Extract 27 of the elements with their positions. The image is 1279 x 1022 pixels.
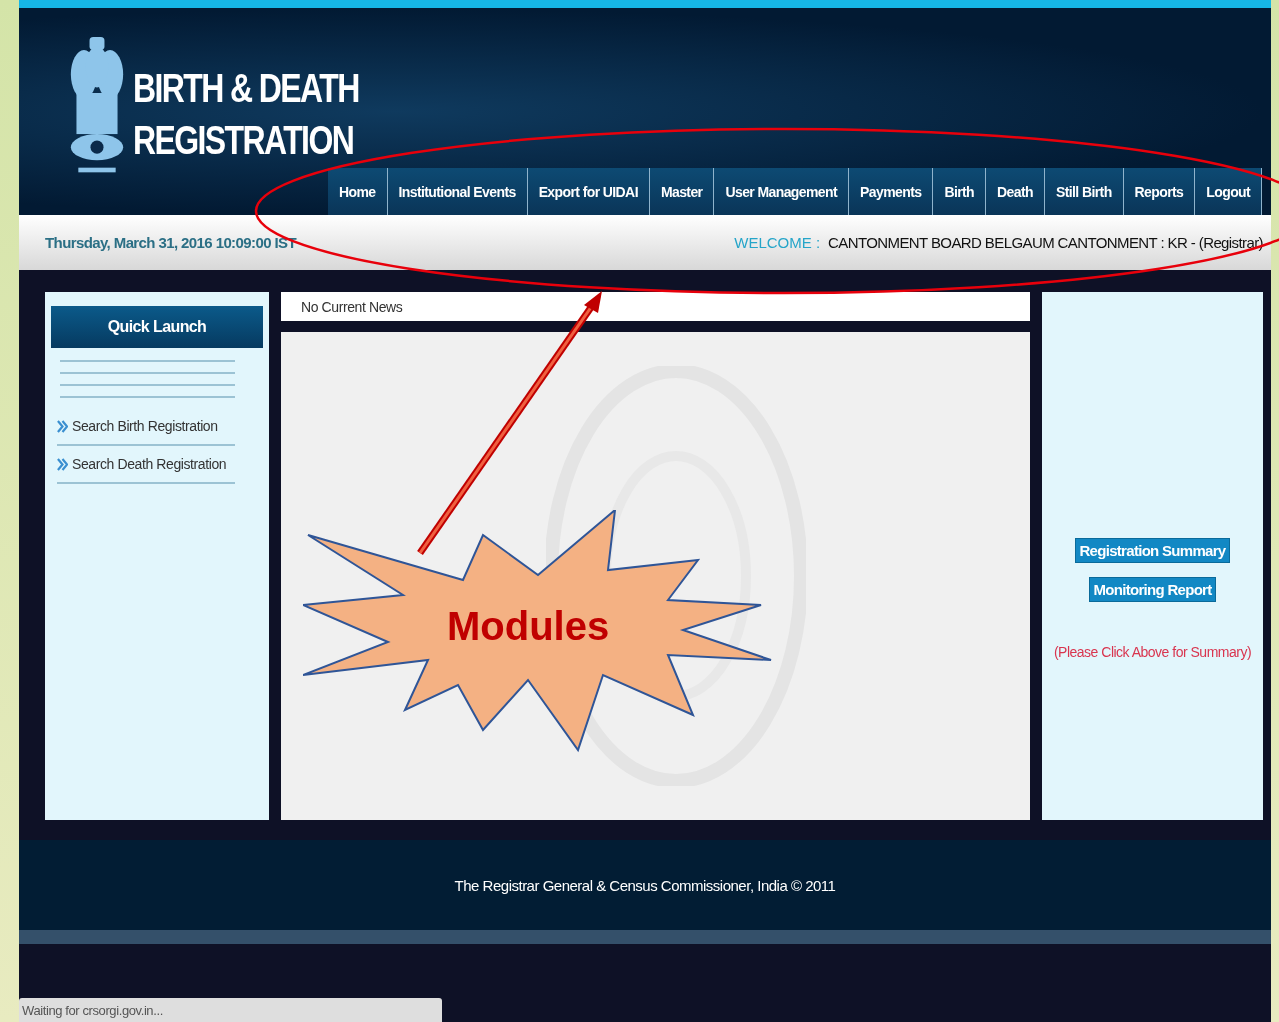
welcome-label: WELCOME :	[734, 234, 821, 251]
quick-launch-link[interactable]: Search Death Registration	[57, 446, 235, 484]
copyright-text: The Registrar General & Census Commissioner, India © 2011	[454, 876, 836, 894]
hint-text: (Please Click Above for Summary)	[1053, 643, 1252, 660]
site-title: REGISTRATION	[133, 117, 355, 164]
user-name: CANTONMENT BOARD BELGAUM CANTONMENT : KR - (Registrar)	[828, 234, 1263, 251]
nav-link[interactable]: Logout	[1195, 168, 1263, 215]
nav-link[interactable]: Institutional Events	[387, 168, 528, 215]
nav-link[interactable]: Home	[328, 168, 388, 215]
summary-button[interactable]: Registration Summary	[1075, 537, 1230, 563]
panel-heading: Quick Launch	[51, 306, 263, 348]
summary-button[interactable]: Monitoring Report	[1089, 576, 1216, 602]
chevron-icon	[57, 418, 68, 434]
nav-link[interactable]: Payments	[849, 168, 934, 215]
nav-link[interactable]: User Management	[714, 168, 850, 215]
news-ticker: No Current News	[281, 292, 1030, 321]
nav-link[interactable]: Still Birth	[1045, 168, 1124, 215]
nav-link[interactable]: Reports	[1123, 168, 1196, 215]
nav-link[interactable]: Master	[649, 168, 715, 215]
nav-link[interactable]: Export for UIDAI	[527, 168, 650, 215]
chevron-icon	[57, 456, 68, 472]
nav-link[interactable]: Birth	[933, 168, 987, 215]
status-bar: Waiting for crsorgi.gov.in...	[19, 998, 442, 1022]
callout-label: Modules	[447, 604, 610, 649]
nav-link[interactable]: Death	[986, 168, 1045, 215]
site-title: BIRTH & DEATH	[133, 65, 359, 112]
quick-launch-link[interactable]: Search Birth Registration	[57, 408, 235, 446]
